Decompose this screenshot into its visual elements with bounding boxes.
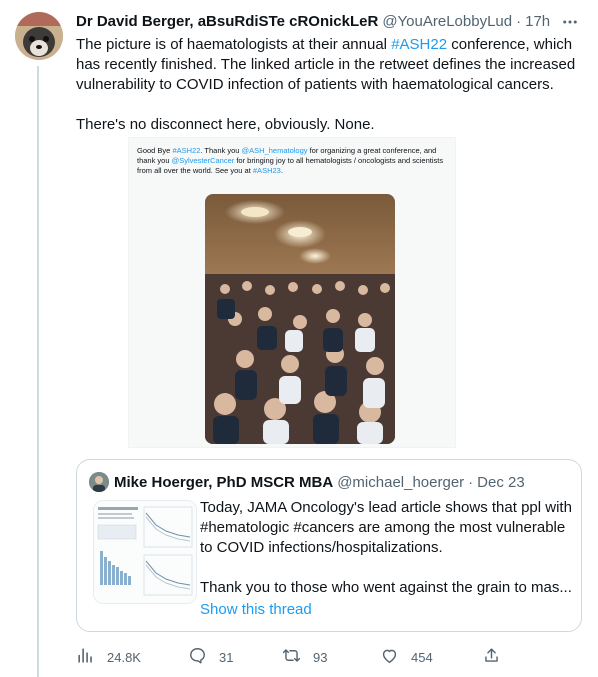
quoted-text-para2: Thank you to those who went against the … <box>200 579 572 596</box>
retweets-count: 93 <box>313 649 328 665</box>
thread-line <box>37 66 39 677</box>
retweet-button[interactable]: 93 <box>282 645 327 669</box>
like-button[interactable]: 454 <box>380 645 433 669</box>
share-icon <box>482 646 501 668</box>
views-count: 24.8K <box>107 649 141 665</box>
separator-dot: · <box>468 473 474 491</box>
author-handle[interactable]: @YouAreLobbyLud <box>382 12 512 32</box>
replies-count: 31 <box>219 649 234 665</box>
likes-count: 454 <box>411 649 433 665</box>
reply-button[interactable]: 31 <box>188 645 233 669</box>
tweet-time[interactable]: 17h <box>525 12 550 32</box>
tweet-header: Dr David Berger, aBsuRdiSTe cROnickLeR @… <box>76 10 584 34</box>
action-bar: 24.8K 31 93 454 <box>76 645 506 669</box>
tweet-text-part1: The picture is of haematologists at thei… <box>76 36 392 53</box>
reply-icon <box>188 646 207 668</box>
analytics-button[interactable]: 24.8K <box>76 645 141 669</box>
quoted-author-handle: @michael_hoerger <box>337 473 465 491</box>
hashtag-link[interactable]: #ASH22 <box>391 36 447 53</box>
conference-photo <box>205 194 395 444</box>
quoted-author-name: Mike Hoerger, PhD MSCR MBA <box>114 473 334 491</box>
quoted-tweet-header: Mike Hoerger, PhD MSCR MBA @michael_hoer… <box>89 472 525 492</box>
media-caption: Good Bye #ASH22. Thank you @ASH_hematolo… <box>137 146 444 175</box>
author-name[interactable]: Dr David Berger, aBsuRdiSTe cROnickLeR <box>76 12 378 32</box>
separator-dot: · <box>516 13 522 30</box>
quoted-tweet-text: Today, JAMA Oncology's lead article show… <box>200 498 575 598</box>
tweet-text-para2: There's no disconnect here, obviously. N… <box>76 116 375 133</box>
share-button[interactable] <box>482 645 501 669</box>
show-thread-link[interactable]: Show this thread <box>200 601 312 618</box>
quoted-date: Dec 23 <box>477 473 525 491</box>
tweet[interactable]: Dr David Berger, aBsuRdiSTe cROnickLeR @… <box>76 10 584 135</box>
avatar[interactable] <box>15 12 63 60</box>
more-icon[interactable] <box>560 12 580 32</box>
quoted-tweet[interactable]: Mike Hoerger, PhD MSCR MBA @michael_hoer… <box>76 459 582 632</box>
tweet-text: The picture is of haematologists at thei… <box>76 35 581 135</box>
quoted-thumbnail <box>93 500 197 604</box>
like-icon <box>380 646 399 668</box>
tweet-media-image[interactable]: Good Bye #ASH22. Thank you @ASH_hematolo… <box>128 137 456 448</box>
quoted-avatar <box>89 472 109 492</box>
quoted-text-para1: Today, JAMA Oncology's lead article show… <box>200 499 572 556</box>
retweet-icon <box>282 646 301 668</box>
analytics-icon <box>76 646 95 668</box>
